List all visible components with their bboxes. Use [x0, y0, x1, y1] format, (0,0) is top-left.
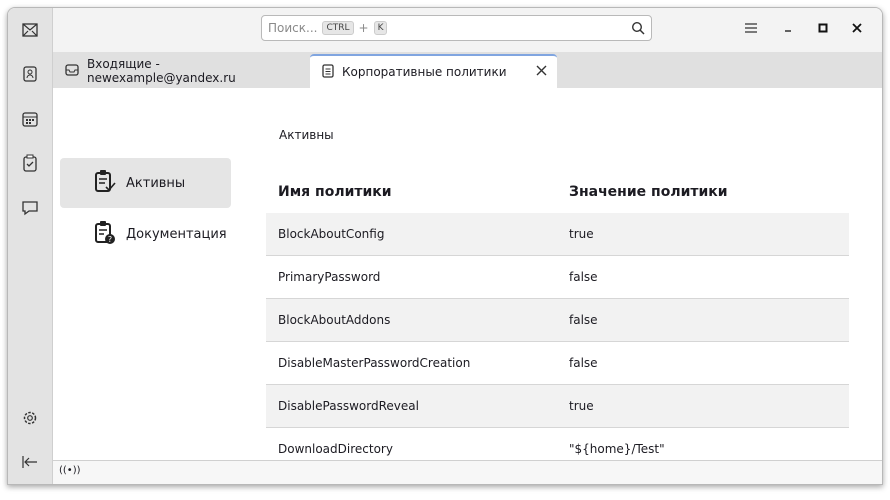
- policy-name: DisableMasterPasswordCreation: [278, 356, 471, 370]
- menu-icon[interactable]: [743, 20, 759, 36]
- minimize-button[interactable]: [780, 20, 796, 36]
- policy-name: DownloadDirectory: [278, 442, 393, 456]
- tasks-icon[interactable]: [18, 151, 42, 175]
- nav-label: Активны: [126, 175, 186, 191]
- nav-item-active[interactable]: Активны: [60, 158, 231, 208]
- policies-page: Активны ? Документация Активны Имя полит…: [53, 88, 882, 471]
- policy-value: true: [569, 399, 594, 413]
- header-policy-name: Имя политики: [278, 183, 392, 200]
- address-book-icon[interactable]: [18, 62, 42, 86]
- search-icon[interactable]: [631, 21, 645, 38]
- nav-item-documentation[interactable]: ? Документация: [60, 209, 231, 259]
- policy-value: false: [569, 270, 598, 284]
- clipboard-check-icon: [94, 169, 116, 197]
- calendar-icon[interactable]: [18, 107, 42, 131]
- title-bar: Поиск... CTRL + K: [53, 8, 882, 52]
- nav-label: Документация: [126, 226, 227, 242]
- shortcut-key-ctrl: CTRL: [322, 21, 354, 35]
- tab-label: Входящие - newexample@yandex.ru: [87, 57, 236, 85]
- policy-value: false: [569, 356, 598, 370]
- table-row[interactable]: BlockAboutConfig true: [266, 213, 849, 256]
- policy-value: true: [569, 227, 594, 241]
- policy-name: DisablePasswordReveal: [278, 399, 419, 413]
- search-input[interactable]: Поиск... CTRL + K: [261, 15, 652, 41]
- table-row[interactable]: DisablePasswordReveal true: [266, 385, 849, 428]
- document-icon: [322, 63, 334, 81]
- search-placeholder: Поиск...: [268, 21, 318, 35]
- policy-value: "${home}/Test": [569, 442, 665, 456]
- spaces-toolbar: [8, 8, 53, 484]
- status-bar: ((•)): [53, 460, 882, 484]
- maximize-button[interactable]: [815, 20, 831, 36]
- table-row[interactable]: BlockAboutAddons false: [266, 299, 849, 342]
- tab-label: Корпоративные политики: [342, 65, 507, 79]
- policy-value: false: [569, 313, 598, 327]
- table-header: Имя политики Значение политики: [266, 170, 849, 213]
- online-status-icon[interactable]: ((•)): [59, 465, 81, 476]
- settings-gear-icon[interactable]: [18, 406, 42, 430]
- policy-name: PrimaryPassword: [278, 270, 381, 284]
- mail-icon[interactable]: [18, 18, 42, 42]
- table-row[interactable]: PrimaryPassword false: [266, 256, 849, 299]
- section-title: Активны: [279, 128, 334, 142]
- inbox-icon: [65, 63, 79, 79]
- table-row[interactable]: DisableMasterPasswordCreation false: [266, 342, 849, 385]
- close-tab-icon[interactable]: [536, 65, 547, 79]
- policy-name: BlockAboutAddons: [278, 313, 391, 327]
- app-window: Поиск... CTRL + K Входящие - newexample@…: [7, 7, 883, 485]
- tab-inbox[interactable]: Входящие - newexample@yandex.ru: [53, 54, 308, 88]
- tab-bar: Входящие - newexample@yandex.ru Корпорат…: [53, 52, 882, 88]
- header-policy-value: Значение политики: [569, 183, 728, 200]
- shortcut-key-k: K: [373, 21, 388, 35]
- clipboard-help-icon: ?: [94, 220, 116, 248]
- chat-icon[interactable]: [18, 196, 42, 220]
- close-window-button[interactable]: [849, 20, 865, 36]
- policy-name: BlockAboutConfig: [278, 227, 385, 241]
- svg-text:?: ?: [108, 235, 112, 244]
- policies-table: Имя политики Значение политики BlockAbou…: [266, 170, 849, 471]
- shortcut-plus: +: [358, 21, 369, 35]
- collapse-sidebar-icon[interactable]: [18, 450, 42, 474]
- tab-policies[interactable]: Корпоративные политики: [310, 54, 557, 88]
